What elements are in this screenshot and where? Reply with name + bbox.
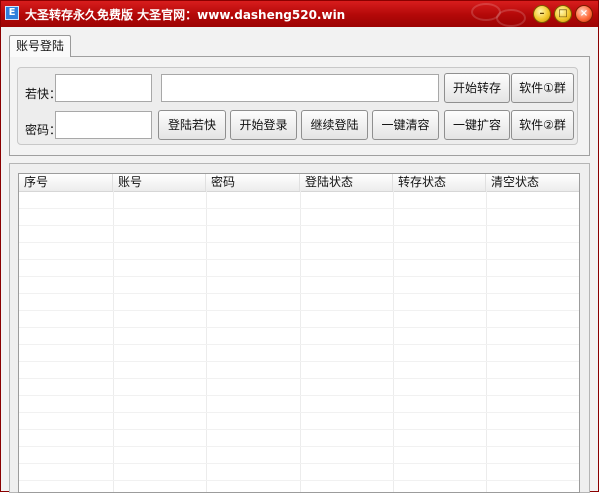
grid-row-line xyxy=(19,361,579,362)
grid-row-line xyxy=(19,242,579,243)
software-group-2-button[interactable]: 软件②群 xyxy=(511,110,574,140)
grid-row-line xyxy=(19,276,579,277)
start-login-button[interactable]: 开始登录 xyxy=(230,110,297,140)
one-click-expand-button[interactable]: 一键扩容 xyxy=(444,110,510,140)
minimize-button[interactable]: – xyxy=(533,5,551,23)
main-window: E 大圣转存永久免费版 大圣官网：www.dasheng520.win – □ … xyxy=(0,0,599,493)
list-header: 序号 账号 密码 登陆状态 转存状态 清空状态 xyxy=(19,174,579,192)
column-header-clear-status[interactable]: 清空状态 xyxy=(486,174,579,191)
grid-row-line xyxy=(19,225,579,226)
cookie-field[interactable] xyxy=(55,74,152,102)
grid-row-line xyxy=(19,293,579,294)
continue-login-button[interactable]: 继续登陆 xyxy=(301,110,368,140)
maximize-icon: □ xyxy=(558,8,568,19)
column-header-password[interactable]: 密码 xyxy=(206,174,300,191)
grid-row-line xyxy=(19,208,579,209)
column-header-index[interactable]: 序号 xyxy=(19,174,113,191)
column-header-account[interactable]: 账号 xyxy=(113,174,206,191)
close-button[interactable]: × xyxy=(575,5,593,23)
account-list[interactable]: 序号 账号 密码 登陆状态 转存状态 清空状态 xyxy=(18,173,580,493)
minimize-icon: – xyxy=(539,8,545,19)
titlebar-decoration xyxy=(496,9,526,27)
start-transfer-button[interactable]: 开始转存 xyxy=(444,73,510,103)
grid-row-line xyxy=(19,395,579,396)
grid-row-line xyxy=(19,327,579,328)
wide-input-field[interactable] xyxy=(161,74,439,102)
one-click-clear-button[interactable]: 一键清容 xyxy=(372,110,439,140)
login-ruokuai-button[interactable]: 登陆若快 xyxy=(158,110,226,140)
tab-account-login[interactable]: 账号登陆 xyxy=(9,35,71,57)
window-title: 大圣转存永久免费版 大圣官网：www.dasheng520.win xyxy=(25,8,346,22)
grid-row-line xyxy=(19,378,579,379)
title-bar[interactable]: E 大圣转存永久免费版 大圣官网：www.dasheng520.win – □ … xyxy=(1,1,598,27)
close-icon: × xyxy=(579,8,589,19)
maximize-button[interactable]: □ xyxy=(554,5,572,23)
grid-row-line xyxy=(19,463,579,464)
column-header-login-status[interactable]: 登陆状态 xyxy=(300,174,393,191)
grid-row-line xyxy=(19,446,579,447)
app-icon: E xyxy=(5,6,19,20)
grid-row-line xyxy=(19,480,579,481)
software-group-1-button[interactable]: 软件①群 xyxy=(511,73,574,103)
grid-row-line xyxy=(19,412,579,413)
grid-row-line xyxy=(19,429,579,430)
password-field[interactable] xyxy=(55,111,152,139)
column-header-transfer-status[interactable]: 转存状态 xyxy=(393,174,486,191)
grid-row-line xyxy=(19,259,579,260)
grid-row-line xyxy=(19,310,579,311)
grid-row-line xyxy=(19,344,579,345)
